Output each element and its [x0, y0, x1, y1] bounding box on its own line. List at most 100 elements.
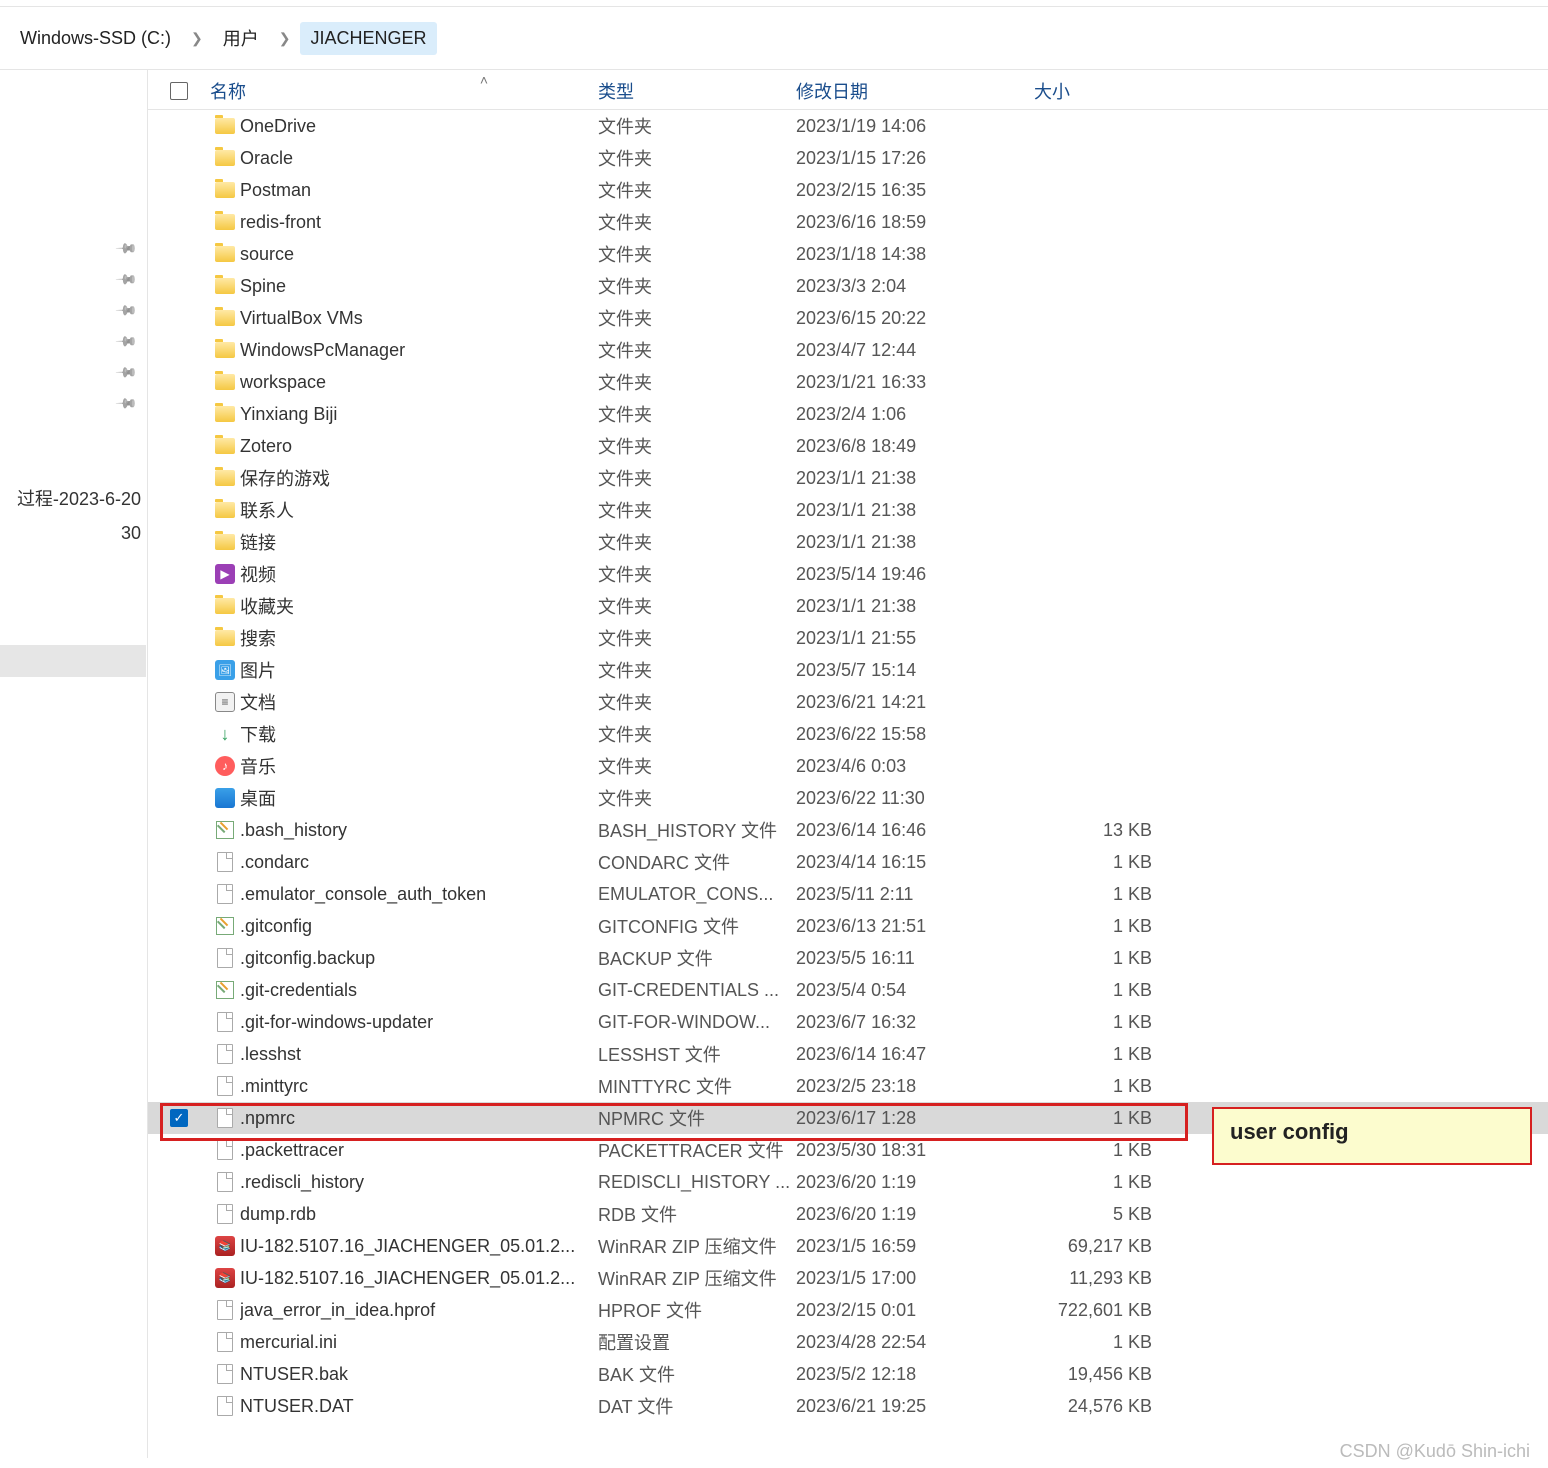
cell-type: GIT-CREDENTIALS ...	[598, 980, 796, 1001]
table-row[interactable]: workspace文件夹2023/1/21 16:33	[148, 366, 1548, 398]
chevron-right-icon[interactable]: ❯	[279, 30, 291, 47]
table-row[interactable]: ≡文档文件夹2023/6/21 14:21	[148, 686, 1548, 718]
table-row[interactable]: redis-front文件夹2023/6/16 18:59	[148, 206, 1548, 238]
cell-date: 2023/6/21 14:21	[796, 692, 1034, 713]
table-row[interactable]: 联系人文件夹2023/1/1 21:38	[148, 494, 1548, 526]
table-row[interactable]: mercurial.ini配置设置2023/4/28 22:541 KB	[148, 1326, 1548, 1358]
column-header-size[interactable]: 大小	[1034, 78, 1174, 104]
pin-icon[interactable]: 📌	[114, 360, 138, 384]
cell-date: 2023/2/15 0:01	[796, 1300, 1034, 1321]
column-header-type[interactable]: 类型	[598, 78, 796, 104]
table-row[interactable]: 📚IU-182.5107.16_JIACHENGER_05.01.2...Win…	[148, 1262, 1548, 1294]
table-row[interactable]: .git-for-windows-updaterGIT-FOR-WINDOW..…	[148, 1006, 1548, 1038]
folder-icon	[215, 150, 235, 166]
table-row[interactable]: WindowsPcManager文件夹2023/4/7 12:44	[148, 334, 1548, 366]
table-row[interactable]: .emulator_console_auth_tokenEMULATOR_CON…	[148, 878, 1548, 910]
cell-date: 2023/6/17 1:28	[796, 1108, 1034, 1129]
table-row[interactable]: Zotero文件夹2023/6/8 18:49	[148, 430, 1548, 462]
table-row[interactable]: ▶视频文件夹2023/5/14 19:46	[148, 558, 1548, 590]
table-row[interactable]: 收藏夹文件夹2023/1/1 21:38	[148, 590, 1548, 622]
breadcrumb-item-0[interactable]: Windows-SSD (C:)	[10, 22, 181, 55]
pin-icon[interactable]: 📌	[114, 236, 138, 260]
table-row[interactable]: .lesshstLESSHST 文件2023/6/14 16:471 KB	[148, 1038, 1548, 1070]
cell-size: 1 KB	[1034, 884, 1158, 905]
table-row[interactable]: Postman文件夹2023/2/15 16:35	[148, 174, 1548, 206]
cell-name: 链接	[240, 529, 598, 555]
cell-name: NTUSER.DAT	[240, 1396, 598, 1417]
pin-icon[interactable]: 📌	[114, 329, 138, 353]
table-row[interactable]: .condarcCONDARC 文件2023/4/14 16:151 KB	[148, 846, 1548, 878]
cell-type: HPROF 文件	[598, 1297, 796, 1323]
table-row[interactable]: OneDrive文件夹2023/1/19 14:06	[148, 110, 1548, 142]
pin-icon[interactable]: 📌	[114, 267, 138, 291]
nav-selected-item[interactable]	[0, 645, 146, 677]
cell-name: Oracle	[240, 148, 598, 169]
cell-name: .lesshst	[240, 1044, 598, 1065]
cell-date: 2023/5/30 18:31	[796, 1140, 1034, 1161]
table-row[interactable]: java_error_in_idea.hprofHPROF 文件2023/2/1…	[148, 1294, 1548, 1326]
column-header-date[interactable]: 修改日期	[796, 78, 1034, 104]
table-row[interactable]: 桌面文件夹2023/6/22 11:30	[148, 782, 1548, 814]
table-row[interactable]: .minttyrcMINTTYRC 文件2023/2/5 23:181 KB	[148, 1070, 1548, 1102]
table-row[interactable]: VirtualBox VMs文件夹2023/6/15 20:22	[148, 302, 1548, 334]
quick-access-pins: 📌📌📌📌📌📌	[0, 240, 147, 412]
select-all-checkbox[interactable]	[170, 82, 188, 100]
cell-name: workspace	[240, 372, 598, 393]
cell-name: IU-182.5107.16_JIACHENGER_05.01.2...	[240, 1236, 598, 1257]
cell-type: 文件夹	[598, 593, 796, 619]
cell-size: 1 KB	[1034, 980, 1158, 1001]
folder-icon	[215, 310, 235, 326]
download-icon: ↓	[221, 724, 230, 745]
cell-name: .condarc	[240, 852, 598, 873]
table-row[interactable]: .gitconfigGITCONFIG 文件2023/6/13 21:511 K…	[148, 910, 1548, 942]
cell-date: 2023/5/11 2:11	[796, 884, 1034, 905]
breadcrumb-item-1[interactable]: 用户	[213, 19, 269, 57]
cell-name: 搜索	[240, 625, 598, 651]
cell-type: 文件夹	[598, 785, 796, 811]
table-row[interactable]: 保存的游戏文件夹2023/1/1 21:38	[148, 462, 1548, 494]
cell-date: 2023/2/5 23:18	[796, 1076, 1034, 1097]
table-row[interactable]: 搜索文件夹2023/1/1 21:55	[148, 622, 1548, 654]
folder-icon	[215, 630, 235, 646]
folder-icon	[215, 278, 235, 294]
cell-name: 视频	[240, 561, 598, 587]
table-row[interactable]: 📚IU-182.5107.16_JIACHENGER_05.01.2...Win…	[148, 1230, 1548, 1262]
breadcrumb-item-2[interactable]: JIACHENGER	[300, 22, 436, 55]
file-icon	[217, 852, 233, 872]
file-icon	[217, 1076, 233, 1096]
nav-text-2: 30	[121, 523, 141, 543]
pin-icon[interactable]: 📌	[114, 298, 138, 322]
table-row[interactable]: Yinxiang Biji文件夹2023/2/4 1:06	[148, 398, 1548, 430]
table-row[interactable]: .gitconfig.backupBACKUP 文件2023/5/5 16:11…	[148, 942, 1548, 974]
cell-date: 2023/5/5 16:11	[796, 948, 1034, 969]
pin-icon[interactable]: 📌	[114, 391, 138, 415]
table-row[interactable]: Oracle文件夹2023/1/15 17:26	[148, 142, 1548, 174]
chevron-right-icon[interactable]: ❯	[191, 30, 203, 47]
table-row[interactable]: dump.rdbRDB 文件2023/6/20 1:195 KB	[148, 1198, 1548, 1230]
folder-icon	[215, 470, 235, 486]
cell-size: 13 KB	[1034, 820, 1158, 841]
table-row[interactable]: NTUSER.DATDAT 文件2023/6/21 19:2524,576 KB	[148, 1390, 1548, 1422]
file-icon	[217, 1012, 233, 1032]
cell-name: mercurial.ini	[240, 1332, 598, 1353]
cell-date: 2023/6/14 16:46	[796, 820, 1034, 841]
cell-size: 1 KB	[1034, 1012, 1158, 1033]
table-row[interactable]: ↓下载文件夹2023/6/22 15:58	[148, 718, 1548, 750]
table-row[interactable]: 🖼图片文件夹2023/5/7 15:14	[148, 654, 1548, 686]
table-row[interactable]: ♪音乐文件夹2023/4/6 0:03	[148, 750, 1548, 782]
table-row[interactable]: .bash_historyBASH_HISTORY 文件2023/6/14 16…	[148, 814, 1548, 846]
cell-size: 1 KB	[1034, 852, 1158, 873]
cell-type: WinRAR ZIP 压缩文件	[598, 1233, 796, 1259]
table-row[interactable]: 链接文件夹2023/1/1 21:38	[148, 526, 1548, 558]
table-row[interactable]: Spine文件夹2023/3/3 2:04	[148, 270, 1548, 302]
table-row[interactable]: source文件夹2023/1/18 14:38	[148, 238, 1548, 270]
table-row[interactable]: NTUSER.bakBAK 文件2023/5/2 12:1819,456 KB	[148, 1358, 1548, 1390]
column-header-name[interactable]: 名称 ˄	[210, 78, 598, 104]
row-checkbox[interactable]: ✓	[170, 1109, 188, 1127]
cell-name: .packettracer	[240, 1140, 598, 1161]
file-icon	[217, 1108, 233, 1128]
table-row[interactable]: .rediscli_historyREDISCLI_HISTORY ...202…	[148, 1166, 1548, 1198]
folder-icon	[215, 214, 235, 230]
cell-type: RDB 文件	[598, 1201, 796, 1227]
table-row[interactable]: .git-credentialsGIT-CREDENTIALS ...2023/…	[148, 974, 1548, 1006]
